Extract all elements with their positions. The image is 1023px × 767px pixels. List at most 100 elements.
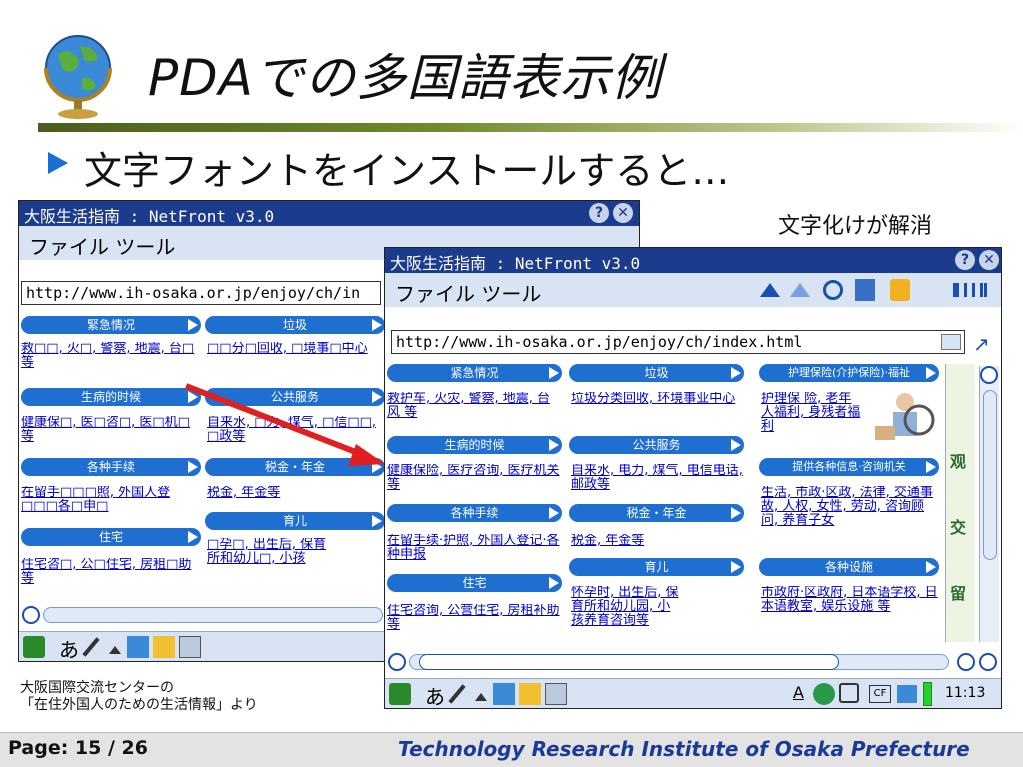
link-text[interactable]: 市政府·区政府, 日本语学校, 日本语教室, 娱乐设施 等 [761,586,941,632]
link-text[interactable]: 怀孕时, 出生后, 保育所和幼儿园, 小孩养育咨询等 [571,586,683,648]
pda-screen-after: 大阪生活指南 : NetFront v3.0 ? ✕ ファイル ツール http… [384,247,1002,709]
section-sick[interactable]: 生病的时候 [387,436,562,454]
care-illustration [875,393,935,440]
pda-taskbar: あ A CF 11:13 [385,678,1001,708]
speaker-icon[interactable] [839,683,859,703]
side-label[interactable]: 观 [950,448,966,472]
app-logo-icon[interactable] [23,636,45,658]
window-title: 大阪生活指南 : NetFront v3.0 [24,207,275,226]
cf-card-icon[interactable]: CF [869,685,891,703]
section-info[interactable]: 提供各种信息·咨询机关 [759,458,939,476]
section-garbage[interactable]: 垃圾 [569,364,744,382]
horizontal-scrollbar[interactable] [43,607,383,623]
pen-icon[interactable] [82,637,100,657]
link-text[interactable]: 垃圾分类回收, 环境事业中心 [571,392,746,422]
notes-icon[interactable] [153,636,175,658]
close-icon[interactable]: ✕ [613,203,633,223]
text-underline-icon[interactable]: A [793,683,804,702]
page-number: Page: 15 / 26 [8,737,148,759]
memory-card-icon[interactable] [897,685,917,703]
up-arrow-icon[interactable] [475,693,487,701]
app-logo-icon[interactable] [389,683,411,705]
link-text[interactable]: 住宅咨□, 公□住宅, 房租□助等 [21,558,201,588]
vertical-scrollbar[interactable] [979,366,999,642]
link-text[interactable]: 救护车, 火灾, 警察, 地震, 台风 等 [387,392,562,422]
link-text[interactable]: 生活, 市政·区政, 法律, 交通事故, 人权, 女性, 劳动, 咨询顾问, 养… [761,486,941,544]
link-text[interactable]: 健康保险, 医疗咨询, 医疗机关等 [387,464,562,494]
help-icon[interactable]: ? [589,203,609,223]
link-text[interactable]: 在留手□□□照, 外国人登□□□各□申□ [21,486,201,516]
institute-name: Technology Research Institute of Osaka P… [398,737,970,761]
source-credit: 大阪国際交流センターの 「在住外国人のための生活情報」より [20,680,258,713]
side-label[interactable]: 交 [950,514,966,538]
scroll-down-icon[interactable] [979,653,997,671]
help-icon[interactable]: ? [955,250,975,270]
close-icon[interactable]: ✕ [979,250,999,270]
link-text[interactable]: □孕□, 出生后, 保育所和幼儿□, 小孩 [207,538,327,598]
side-label[interactable]: 留 [950,580,966,604]
up-arrow-icon[interactable] [109,646,121,654]
section-care[interactable]: 护理保险(介护保险)·福祉 [759,364,939,382]
network-icon[interactable] [813,683,835,705]
forward-icon[interactable] [790,283,810,297]
section-emergency[interactable]: 緊急情况 [21,316,201,334]
url-dropdown-icon[interactable] [941,334,961,350]
link-text[interactable]: 健康保□, 医□咨□, 医□机□等 [21,416,201,446]
bullet-icon [48,152,68,174]
section-facilities[interactable]: 各种设施 [759,558,939,576]
bookmark-icon[interactable] [855,279,875,301]
section-public[interactable]: 公共服务 [569,436,744,454]
menu-label[interactable]: ファイル ツール [29,235,175,259]
link-text[interactable]: □□分□回收, □境事□中心 [207,342,385,372]
scroll-left-icon[interactable] [22,606,40,624]
slide-title: PDAでの多国語表示例 [148,49,662,107]
section-procedures[interactable]: 各种手续 [21,458,201,476]
apps-icon[interactable] [127,636,149,658]
clock: 11:13 [945,685,986,701]
apps-icon[interactable] [493,683,515,705]
section-housing[interactable]: 住宅 [387,574,562,592]
calendar-icon[interactable] [179,636,201,658]
pen-icon[interactable] [448,684,466,704]
input-mode-label[interactable]: あ [425,681,445,708]
link-text[interactable]: 自来水, 电力, 煤气, 电信电话, 邮政等 [571,464,746,494]
link-text[interactable]: 护理保 险, 老年人福利, 身残者福利 [761,392,861,438]
link-text[interactable]: 救□□, 火□, 警察, 地震, 台□ 等 [21,342,201,372]
link-text[interactable]: 税金, 年金等 [571,534,746,550]
scroll-thumb[interactable] [983,390,997,560]
section-garbage[interactable]: 垃圾 [205,316,385,334]
url-field[interactable]: http://www.ih-osaka.or.jp/enjoy/ch/index… [391,330,965,354]
pda-titlebar: 大阪生活指南 : NetFront v3.0 ? ✕ [385,248,1001,273]
slide-subtitle: 文字フォントをインストールすると… [84,149,730,193]
back-icon[interactable] [760,283,780,297]
section-housing[interactable]: 住宅 [21,528,201,546]
scroll-thumb[interactable] [419,654,839,670]
section-emergency[interactable]: 紧急情况 [387,364,562,382]
scroll-up-icon[interactable] [980,366,998,384]
go-arrow-icon[interactable]: ↗ [973,332,990,356]
section-tax[interactable]: 税金・年金 [569,504,744,522]
link-text[interactable]: 在留手续·护照, 外国人登记·各种申报 [387,534,562,564]
section-childcare[interactable]: 育儿 [205,512,385,530]
globe-icon [44,35,112,119]
calendar-icon[interactable] [545,683,567,705]
menu-grid-icon[interactable] [953,283,987,297]
side-banner: 观 交 留 [945,364,975,642]
reload-icon[interactable] [823,280,843,300]
scroll-left-icon[interactable] [388,653,406,671]
window-title: 大阪生活指南 : NetFront v3.0 [390,254,641,273]
link-text[interactable]: 住宅咨询, 公营住宅, 房租补助等 [387,604,562,634]
url-field[interactable]: http://www.ih-osaka.or.jp/enjoy/ch/in [21,281,381,305]
input-mode-label[interactable]: あ [59,634,79,661]
battery-icon[interactable] [923,682,932,706]
link-text[interactable]: 税金, 年金等 [207,486,385,502]
lock-icon[interactable] [890,279,910,301]
menu-label[interactable]: ファイル ツール [395,282,541,306]
section-childcare[interactable]: 育儿 [569,558,744,576]
menu-bar: ファイル ツール [385,273,1001,307]
title-rule [38,123,1023,132]
notes-icon[interactable] [519,683,541,705]
section-sick[interactable]: 生病的时候 [21,388,201,406]
section-procedures[interactable]: 各种手续 [387,504,562,522]
scroll-right-icon[interactable] [957,653,975,671]
